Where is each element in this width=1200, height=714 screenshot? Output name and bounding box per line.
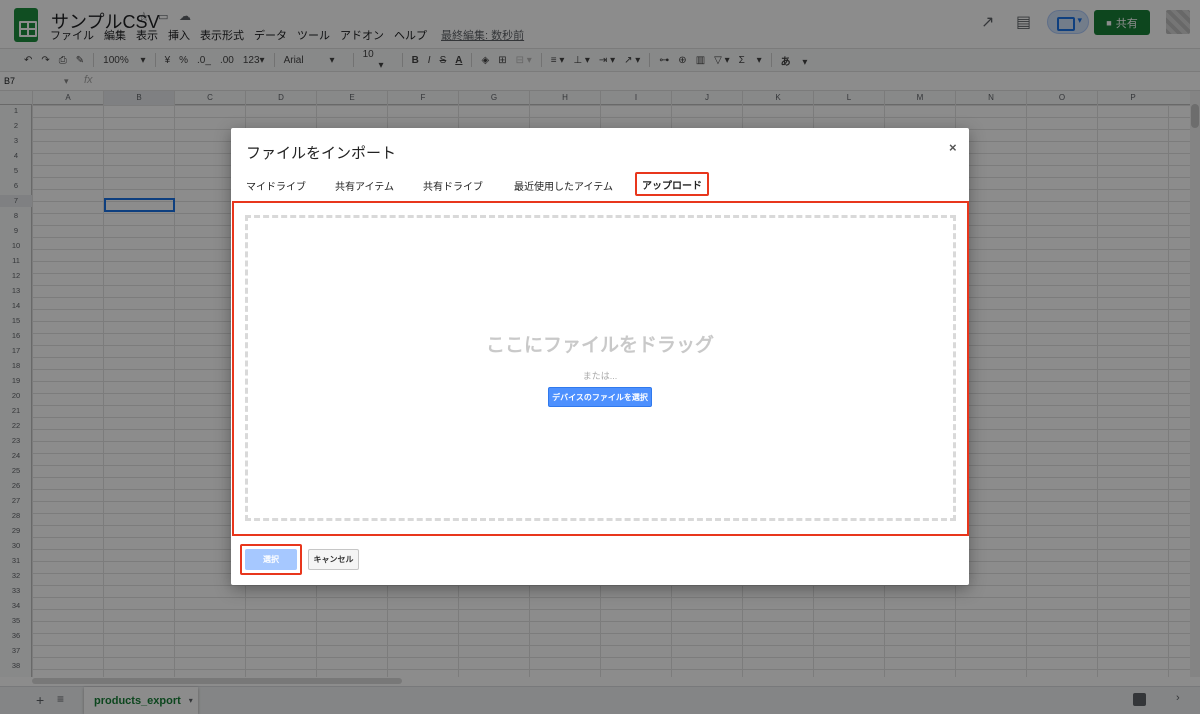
tab-upload-label: アップロード	[642, 180, 702, 192]
spreadsheet-app: サンプルCSV ☆ ▭ ☁ ファイル 編集 表示 挿入 表示形式 データ ツール…	[0, 0, 1200, 714]
tab-my-drive[interactable]: マイドライブ	[246, 178, 306, 193]
import-file-dialog: ファイルをインポート × マイドライブ 共有アイテム 共有ドライブ 最近使用した…	[231, 128, 969, 585]
drag-files-text: ここにファイルをドラッグ	[485, 335, 714, 356]
tab-recent[interactable]: 最近使用したアイテム	[514, 178, 613, 193]
close-icon[interactable]: ×	[949, 140, 957, 155]
select-button[interactable]: 選択	[245, 549, 297, 570]
cancel-button[interactable]: キャンセル	[308, 549, 359, 570]
tab-upload[interactable]: アップロード	[635, 172, 709, 196]
select-device-file-button[interactable]: デバイスのファイルを選択	[548, 387, 652, 407]
tab-shared-drives[interactable]: 共有ドライブ	[423, 178, 483, 193]
dialog-title: ファイルをインポート	[246, 145, 397, 162]
file-drop-zone[interactable]	[245, 215, 956, 521]
or-text: または...	[582, 371, 618, 381]
tab-shared-with-me[interactable]: 共有アイテム	[335, 178, 394, 193]
